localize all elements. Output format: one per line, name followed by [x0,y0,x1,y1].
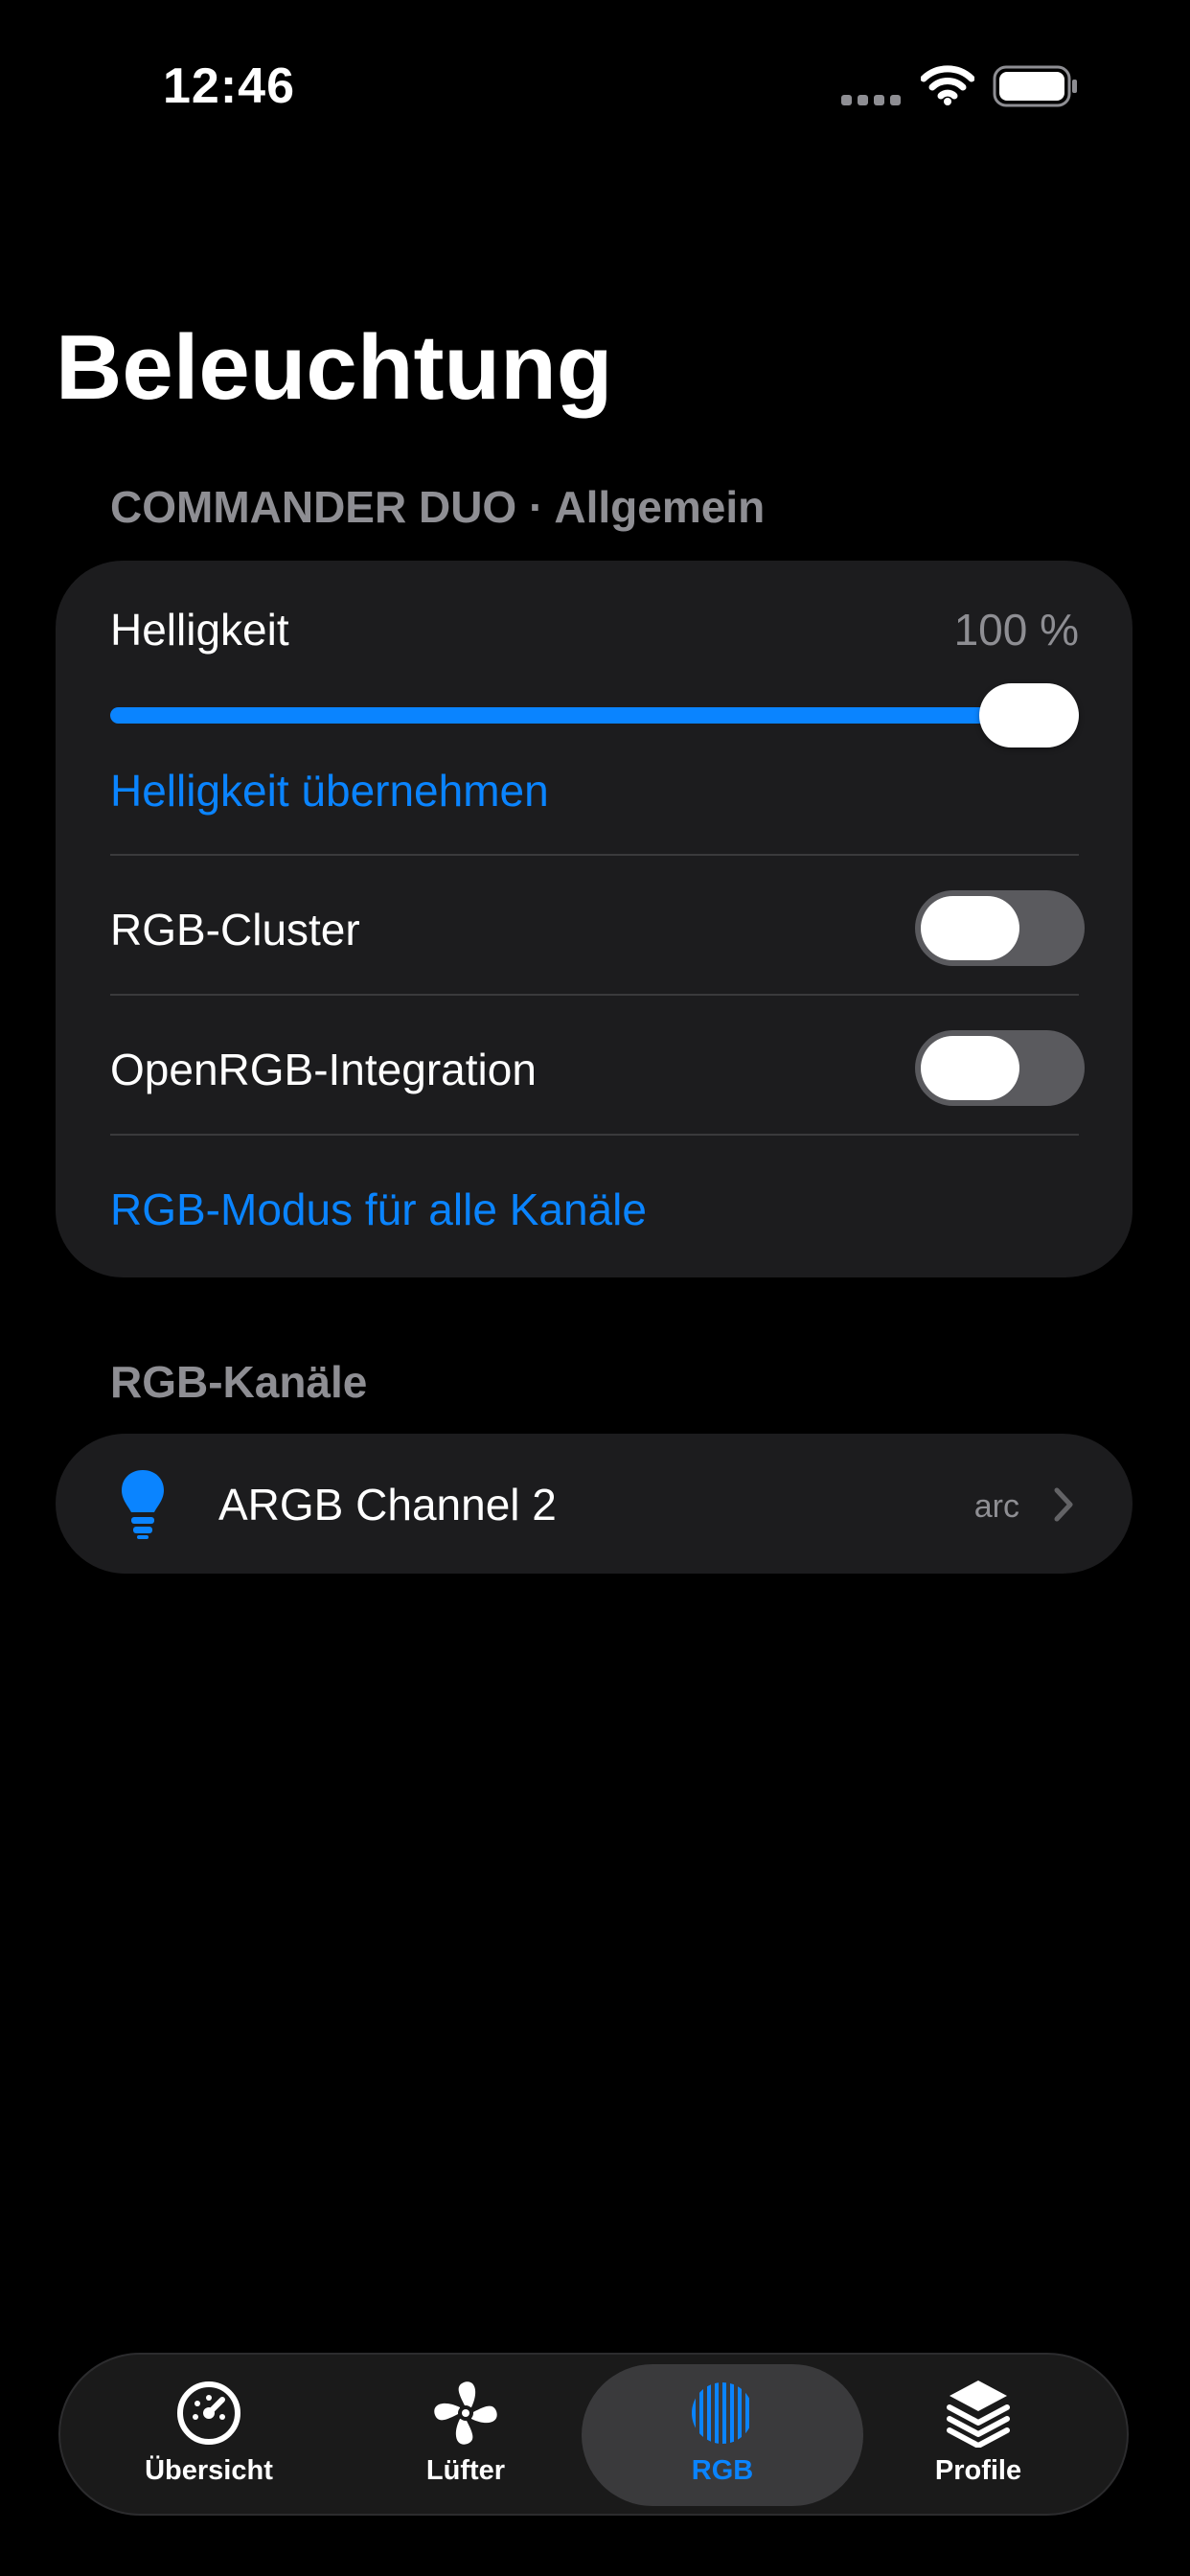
brightness-slider-track[interactable] [110,707,1079,724]
layers-icon [947,2380,1010,2448]
rgb-cluster-label: RGB-Cluster [110,905,360,954]
speedometer-icon [177,2381,240,2445]
chevron-right-icon [1054,1487,1073,1522]
openrgb-integration-label: OpenRGB-Integration [110,1045,537,1094]
rgb-stripes-icon [692,2382,749,2444]
tab-profiles[interactable]: Profile [873,2375,1084,2490]
brightness-label: Helligkeit [110,605,289,655]
fan-icon [434,2381,497,2445]
cellular-signal-icon [841,95,901,105]
page-title: Beleuchtung [56,316,613,419]
apply-brightness-button[interactable]: Helligkeit übernehmen [110,765,549,816]
section-header-rgb-channels: RGB-Kanäle [110,1357,368,1407]
tab-label: Profile [934,2455,1022,2486]
divider [110,994,1079,996]
tab-rgb[interactable]: RGB [617,2375,828,2490]
lightbulb-icon [122,1470,164,1539]
divider [110,854,1079,856]
tab-label: Lüfter [425,2455,506,2486]
tab-label: Übersicht [145,2455,273,2486]
battery-icon [993,65,1077,107]
channel-row-argb-channel-2[interactable] [56,1434,1133,1574]
tab-label: RGB [691,2455,754,2486]
wifi-icon [921,65,974,105]
channel-name: ARGB Channel 2 [218,1480,557,1530]
tab-fans[interactable]: Lüfter [360,2375,571,2490]
brightness-value: 100 % [953,605,1079,655]
rgb-cluster-toggle[interactable] [915,890,1085,966]
tab-overview[interactable]: Übersicht [103,2375,314,2490]
section-header-general: COMMANDER DUO · Allgemein [110,482,766,532]
toggle-knob [921,896,1019,960]
divider [110,1134,1079,1136]
status-time: 12:46 [163,58,295,114]
toggle-knob [921,1036,1019,1100]
channel-mode: arc [973,1488,1019,1525]
openrgb-integration-toggle[interactable] [915,1030,1085,1106]
brightness-slider-thumb[interactable] [979,683,1079,748]
rgb-mode-all-channels-button[interactable]: RGB-Modus für alle Kanäle [110,1184,647,1235]
